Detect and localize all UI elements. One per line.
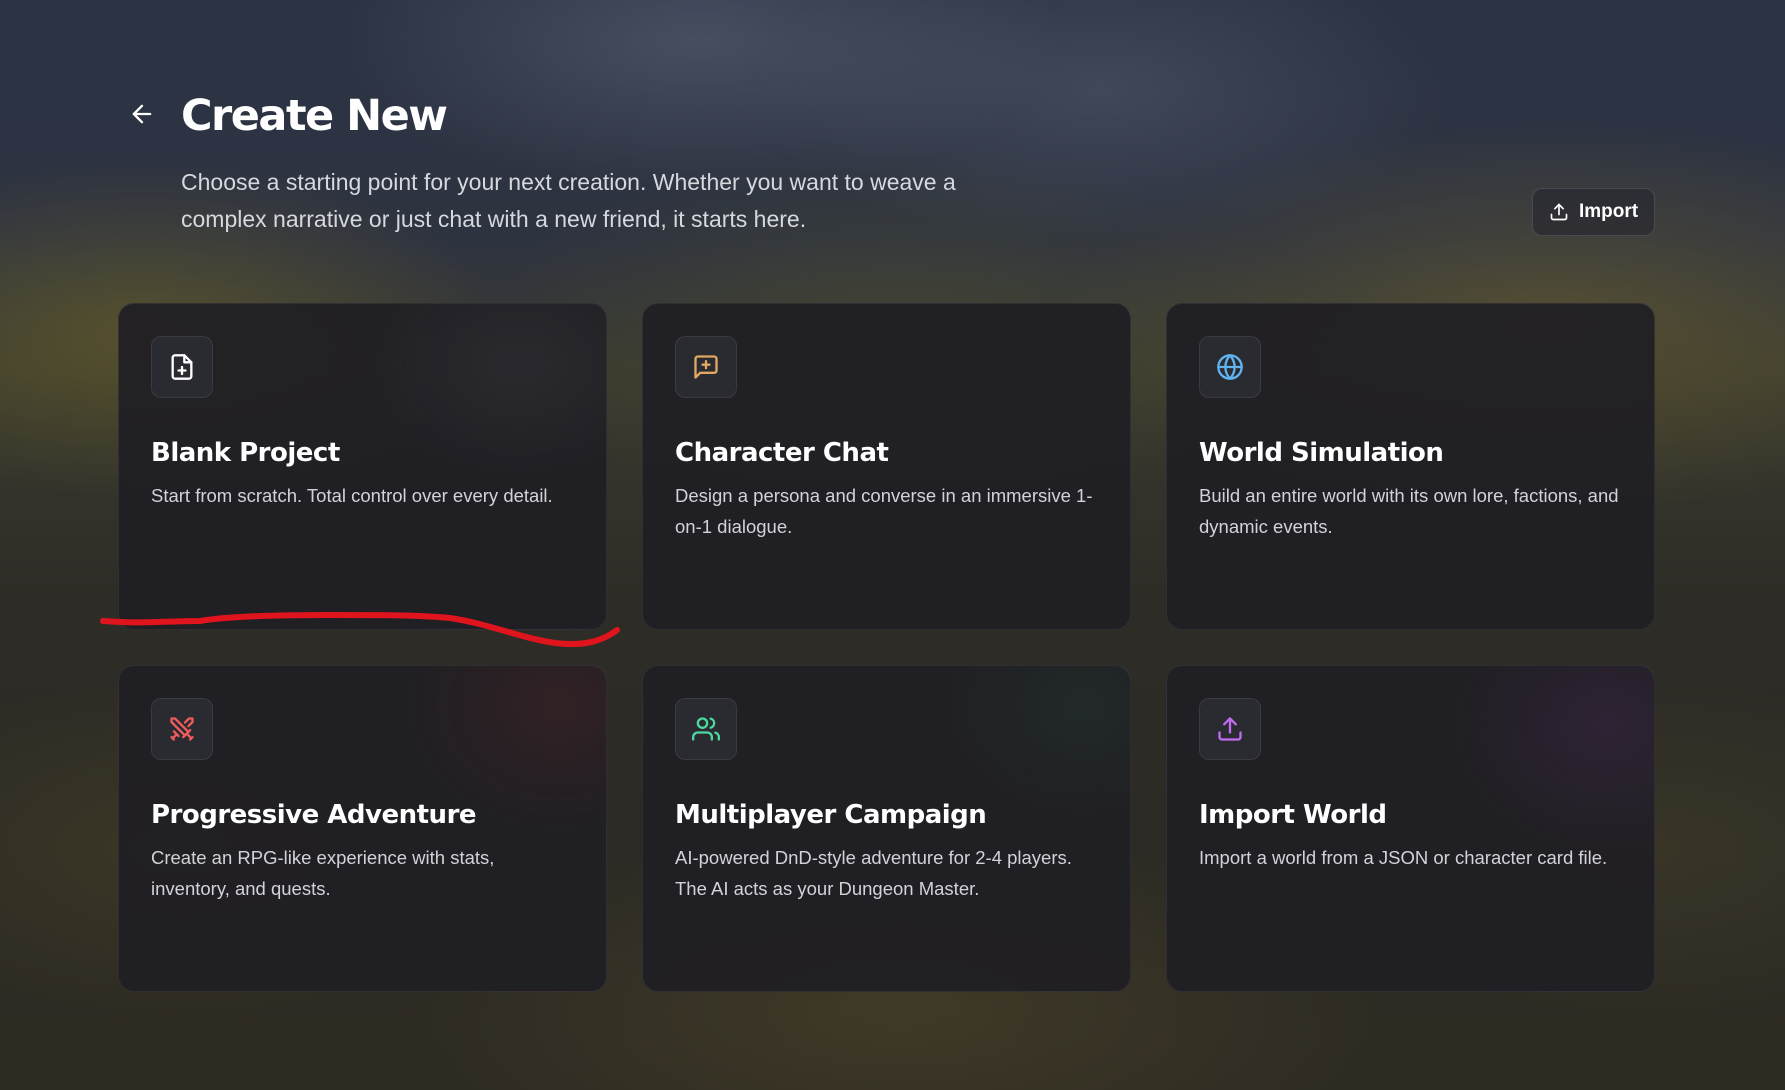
card-world-simulation[interactable]: World Simulation Build an entire world w… bbox=[1166, 303, 1655, 630]
page-subtitle: Choose a starting point for your next cr… bbox=[181, 169, 956, 232]
card-title: Blank Project bbox=[151, 438, 340, 468]
card-multiplayer-campaign[interactable]: Multiplayer Campaign AI-powered DnD-styl… bbox=[642, 665, 1131, 992]
file-plus-icon bbox=[151, 336, 213, 398]
card-character-chat[interactable]: Character Chat Design a persona and conv… bbox=[642, 303, 1131, 630]
users-icon bbox=[675, 698, 737, 760]
card-blank-project[interactable]: Blank Project Start from scratch. Total … bbox=[118, 303, 607, 630]
globe-icon bbox=[1199, 336, 1261, 398]
card-title: Multiplayer Campaign bbox=[675, 800, 987, 830]
card-progressive-adventure[interactable]: Progressive Adventure Create an RPG-like… bbox=[118, 665, 607, 992]
create-new-page: Create New Choose a starting point for y… bbox=[0, 0, 1785, 1090]
card-description: Import a world from a JSON or character … bbox=[1199, 847, 1608, 868]
upload-icon bbox=[1549, 202, 1569, 222]
page-title: Create New bbox=[181, 91, 448, 141]
message-plus-icon bbox=[675, 336, 737, 398]
card-description: AI-powered DnD-style adventure for 2-4 p… bbox=[675, 847, 1072, 899]
upload-icon bbox=[1199, 698, 1261, 760]
card-title: World Simulation bbox=[1199, 438, 1444, 468]
card-title: Import World bbox=[1199, 800, 1387, 830]
crossed-swords-icon bbox=[151, 698, 213, 760]
card-title: Character Chat bbox=[675, 438, 889, 468]
card-description: Design a persona and converse in an imme… bbox=[675, 485, 1093, 537]
card-description: Build an entire world with its own lore,… bbox=[1199, 485, 1619, 537]
import-button[interactable]: Import bbox=[1532, 188, 1655, 236]
card-import-world[interactable]: Import World Import a world from a JSON … bbox=[1166, 665, 1655, 992]
card-title: Progressive Adventure bbox=[151, 800, 477, 830]
creation-options-grid: Blank Project Start from scratch. Total … bbox=[118, 303, 1655, 992]
card-description: Create an RPG-like experience with stats… bbox=[151, 847, 495, 899]
import-button-label: Import bbox=[1578, 201, 1639, 222]
arrow-left-icon[interactable] bbox=[128, 100, 156, 128]
card-description: Start from scratch. Total control over e… bbox=[151, 485, 553, 506]
